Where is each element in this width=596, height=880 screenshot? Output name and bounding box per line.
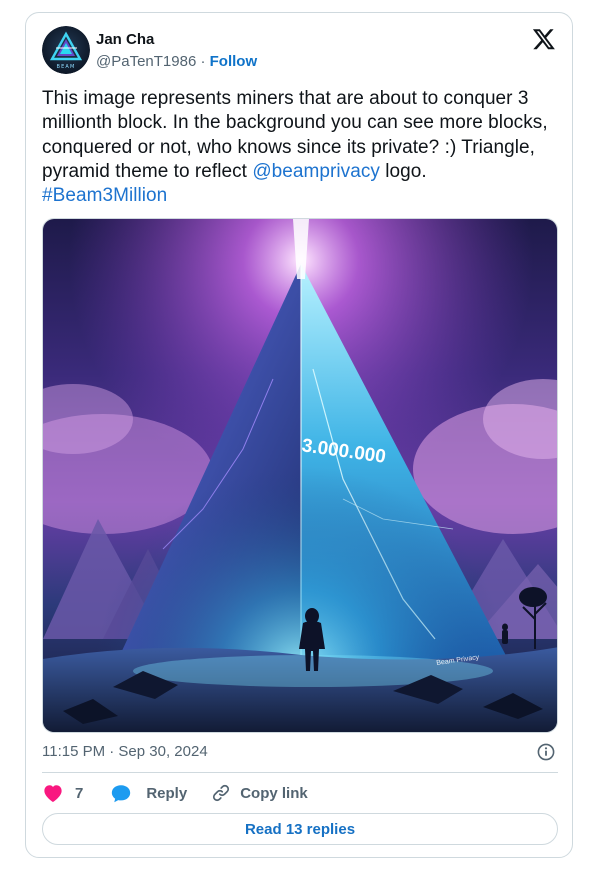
author-name[interactable]: Jan Cha (96, 30, 154, 50)
like-count: 7 (75, 784, 84, 802)
like-button[interactable]: 7 (42, 783, 83, 803)
hashtag-link[interactable]: #Beam3Million (42, 185, 167, 206)
author-handle-line: @PaTenT1986 · Follow (96, 52, 257, 72)
link-icon (213, 784, 230, 802)
avatar-logo-text: BEAM (56, 64, 75, 70)
heart-icon (44, 785, 62, 803)
tweet-text: This image represents miners that are ab… (42, 87, 552, 208)
avatar[interactable]: BEAM (42, 26, 90, 74)
follow-button[interactable]: Follow (210, 53, 258, 70)
reply-bubble-icon (112, 784, 131, 802)
tweet-card: BEAM Jan Cha @PaTenT1986 · Follow This i… (25, 12, 573, 858)
separator-dot: · (200, 53, 206, 70)
divider (42, 772, 558, 773)
mention-link[interactable]: @beamprivacy (252, 161, 380, 182)
reply-label: Reply (146, 784, 188, 802)
read-replies-button[interactable]: Read 13 replies (42, 813, 558, 845)
tweet-body-end: logo. (379, 160, 427, 182)
reply-button[interactable]: Reply (110, 783, 187, 804)
x-logo-icon[interactable] (532, 27, 556, 51)
copy-link-button[interactable]: Copy link (211, 783, 308, 803)
author-handle[interactable]: @PaTenT1986 (96, 53, 196, 70)
tweet-timestamp[interactable]: 11:15 PM · Sep 30, 2024 (42, 742, 208, 762)
tweet-media-image[interactable]: 3.000.000 Beam Privacy (42, 218, 558, 733)
copy-link-label: Copy link (240, 784, 308, 802)
action-bar: 7 Reply Copy link (42, 781, 308, 805)
info-icon[interactable] (537, 743, 555, 761)
